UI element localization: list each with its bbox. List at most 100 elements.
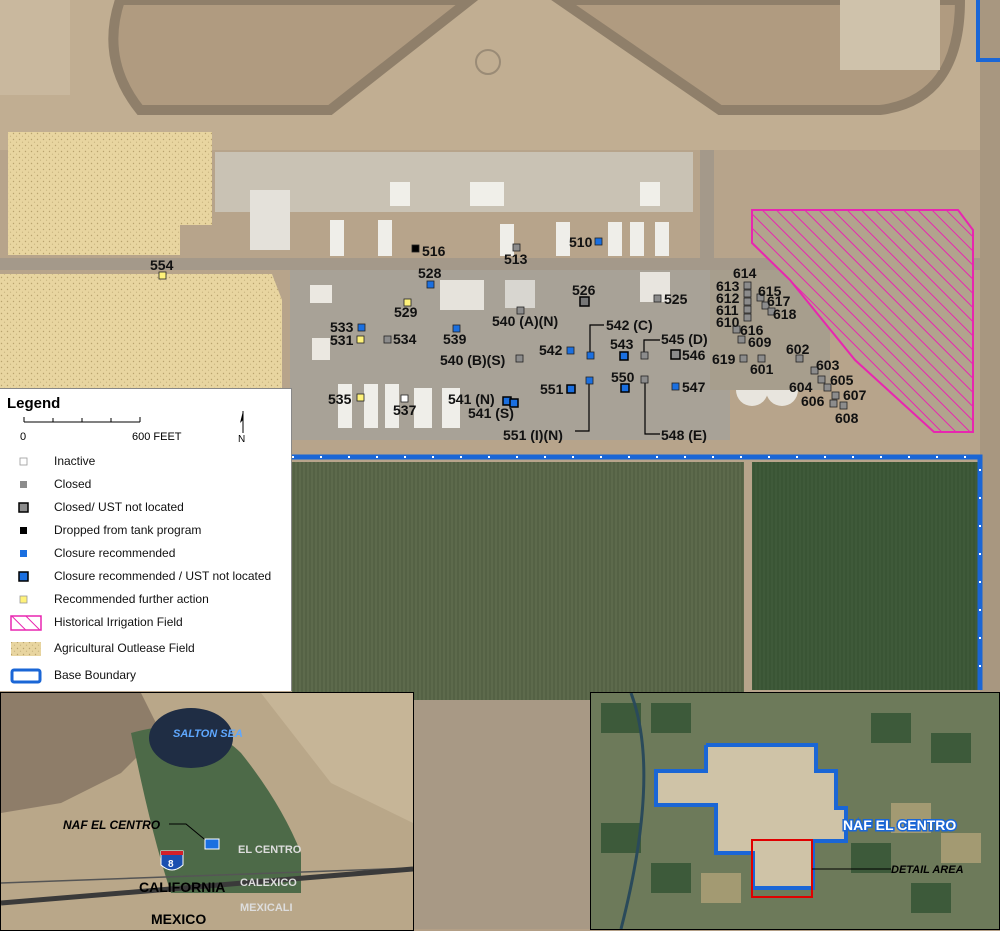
site-609-label: 609 [748, 334, 772, 350]
legend-item-closure-recommended: Closure recommended [0, 544, 292, 564]
site-618-label: 618 [773, 306, 797, 322]
site-551-marker[interactable] [566, 384, 576, 394]
naf-location-marker [204, 838, 220, 850]
site-550-marker[interactable] [620, 383, 630, 393]
site-602-label: 602 [786, 341, 810, 357]
regional-inset-map: SALTON SEA NAF EL CENTRO EL CENTRO CALEX… [0, 692, 414, 931]
site-543-marker[interactable] [619, 351, 629, 361]
site-533-marker[interactable] [357, 323, 366, 332]
california-label: CALIFORNIA [139, 879, 225, 895]
legend-item-closed-ust: Closed/ UST not located [0, 498, 292, 518]
site-510-marker[interactable] [594, 237, 603, 246]
site-542c-marker[interactable] [586, 351, 595, 360]
site-603-label: 603 [816, 357, 840, 373]
legend: Legend 0 600 FEET N Inactive Closed Clos… [0, 388, 292, 691]
legend-item-base-boundary: Base Boundary [0, 666, 292, 686]
site-540b-marker[interactable] [515, 354, 524, 363]
site-548e-marker[interactable] [640, 375, 649, 384]
north-arrow-icon: N [238, 411, 245, 445]
site-545d-marker[interactable] [640, 351, 649, 360]
svg-text:8: 8 [168, 859, 174, 870]
site-539-label: 539 [443, 331, 467, 347]
site-546-marker[interactable] [670, 349, 681, 360]
scale-end: 600 FEET [132, 431, 182, 443]
site-605-marker[interactable] [817, 375, 826, 384]
salton-sea-label: SALTON SEA [173, 728, 243, 740]
site-542-marker[interactable] [566, 346, 575, 355]
site-548e-label: 548 (E) [661, 427, 707, 443]
site-547-label: 547 [682, 379, 706, 395]
site-542-label: 542 [539, 342, 563, 358]
site-535-label: 535 [328, 391, 352, 407]
site-537-label: 537 [393, 402, 417, 418]
scale-bar: 0 600 FEET N [20, 411, 245, 445]
calexico-label: CALEXICO [240, 877, 297, 889]
site-550-label: 550 [611, 369, 635, 385]
site-529-label: 529 [394, 304, 418, 320]
site-533-label: 533 [330, 319, 354, 335]
svg-text:N: N [238, 434, 245, 445]
legend-item-further-action: Recommended further action [0, 590, 292, 610]
detail-area-label: DETAIL AREA [891, 864, 964, 876]
site-534-marker[interactable] [383, 335, 392, 344]
site-613-marker[interactable] [743, 289, 752, 298]
site-607-marker[interactable] [831, 391, 840, 400]
site-606-label: 606 [801, 393, 825, 409]
site-543-label: 543 [610, 336, 634, 352]
site-525-label: 525 [664, 291, 688, 307]
site-528-marker[interactable] [426, 280, 435, 289]
site-525-marker[interactable] [653, 294, 662, 303]
mexico-label: MEXICO [151, 911, 206, 927]
site-547-marker[interactable] [671, 382, 680, 391]
site-531-marker[interactable] [356, 335, 365, 344]
site-601-label: 601 [750, 361, 774, 377]
site-551in-marker[interactable] [585, 376, 594, 385]
legend-item-closed: Closed [0, 475, 292, 495]
el-centro-label: EL CENTRO [238, 844, 302, 856]
interstate-shield-icon: 8 [160, 850, 184, 871]
site-611-marker[interactable] [743, 305, 752, 314]
legend-item-closure-recommended-ust: Closure recommended / UST not located [0, 567, 292, 587]
site-516-label: 516 [422, 243, 446, 259]
site-526-label: 526 [572, 282, 596, 298]
site-513-label: 513 [504, 251, 528, 267]
legend-item-irrigation-field: Historical Irrigation Field [0, 613, 292, 633]
site-540a-label: 540 (A)(N) [492, 313, 558, 329]
legend-item-dropped: Dropped from tank program [0, 521, 292, 541]
site-554-marker[interactable] [158, 271, 167, 280]
site-610-marker[interactable] [743, 313, 752, 322]
scale-zero: 0 [20, 431, 26, 443]
mexicali-label: MEXICALI [240, 902, 293, 914]
site-537-marker[interactable] [400, 394, 409, 403]
site-612-marker[interactable] [743, 297, 752, 306]
site-614-marker[interactable] [743, 281, 752, 290]
base-inset-map: NAF EL CENTRO DETAIL AREA [590, 692, 1000, 930]
legend-item-inactive: Inactive [0, 452, 292, 472]
site-551-label: 551 [540, 381, 564, 397]
site-551in-label: 551 (I)(N) [503, 427, 563, 443]
site-610-label: 610 [716, 314, 740, 330]
site-540b-label: 540 (B)(S) [440, 352, 505, 368]
naf-label: NAF EL CENTRO [63, 818, 161, 832]
site-619-marker[interactable] [739, 354, 748, 363]
site-513-marker[interactable] [512, 243, 521, 252]
site-545d-label: 545 (D) [661, 331, 708, 347]
site-607-label: 607 [843, 387, 867, 403]
site-608-marker[interactable] [839, 401, 848, 410]
farm-field-west [292, 462, 744, 704]
site-510-label: 510 [569, 234, 593, 250]
site-608-label: 608 [835, 410, 859, 426]
site-606-marker[interactable] [829, 399, 838, 408]
legend-item-outlease-field: Agricultural Outlease Field [0, 639, 292, 659]
site-554-label: 554 [150, 257, 174, 273]
site-546-label: 546 [682, 347, 706, 363]
inset-naf-label: NAF EL CENTRO [843, 817, 956, 833]
site-541s-label: 541 (S) [468, 405, 514, 421]
agricultural-outlease-field-south [0, 274, 282, 388]
site-516-marker[interactable] [411, 244, 420, 253]
site-619-label: 619 [712, 351, 736, 367]
site-542c-label: 542 (C) [606, 317, 653, 333]
site-535-marker[interactable] [356, 393, 365, 402]
site-526-marker[interactable] [579, 296, 590, 307]
site-528-label: 528 [418, 265, 442, 281]
